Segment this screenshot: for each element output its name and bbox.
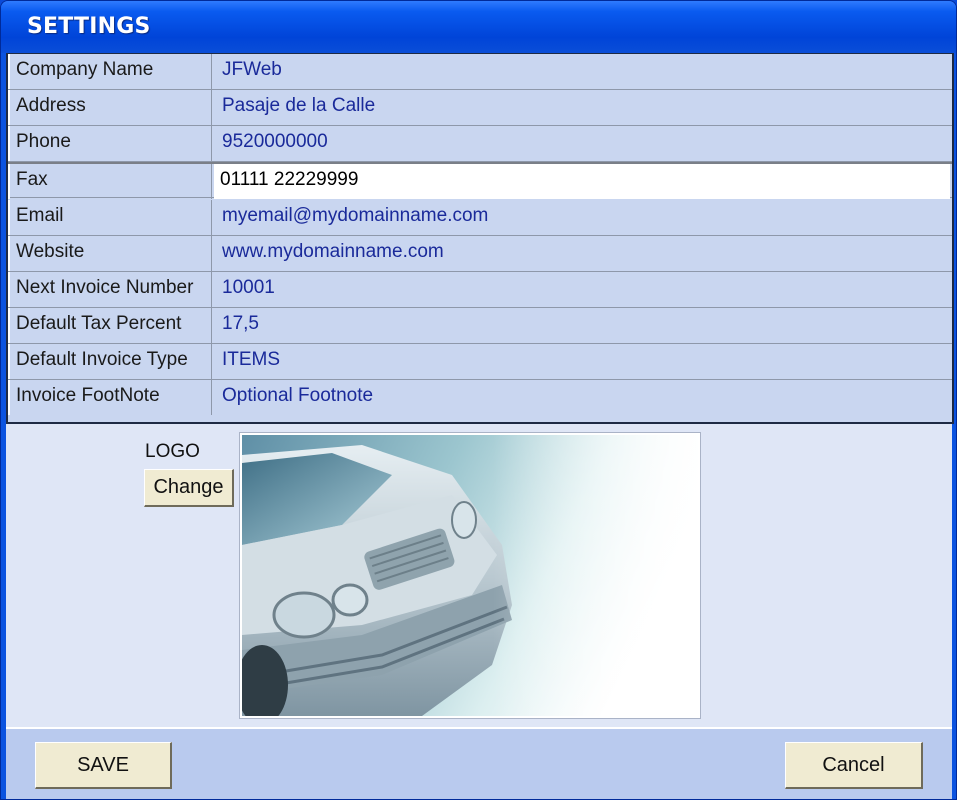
grid-row-next-invoice-number[interactable]: Next Invoice Number 10001 — [8, 272, 952, 308]
title-bar[interactable]: SETTINGS — [1, 1, 956, 53]
grid-row-invoice-footnote[interactable]: Invoice FootNote Optional Footnote — [8, 380, 952, 416]
save-button[interactable]: SAVE — [35, 742, 172, 789]
grid-row-company-name[interactable]: Company Name JFWeb — [8, 54, 952, 90]
window-title: SETTINGS — [27, 14, 151, 39]
footer-bar: SAVE Cancel — [6, 727, 952, 799]
logo-label: LOGO — [145, 441, 200, 462]
field-label: Phone — [8, 126, 212, 161]
field-label: Default Invoice Type — [8, 344, 212, 379]
default-tax-percent-field[interactable]: 17,5 — [216, 308, 950, 343]
field-label: Email — [8, 200, 212, 235]
email-field[interactable]: myemail@mydomainname.com — [216, 200, 950, 235]
field-label: Company Name — [8, 54, 212, 89]
field-label: Address — [8, 90, 212, 125]
field-label: Fax — [8, 164, 212, 199]
invoice-footnote-field[interactable]: Optional Footnote — [216, 380, 950, 415]
grid-row-email[interactable]: Email myemail@mydomainname.com — [8, 200, 952, 236]
grid-row-fax[interactable]: Fax 01111 22229999 — [8, 162, 952, 199]
grid-row-default-tax-percent[interactable]: Default Tax Percent 17,5 — [8, 308, 952, 344]
grid-row-address[interactable]: Address Pasaje de la Calle — [8, 90, 952, 126]
cancel-button[interactable]: Cancel — [785, 742, 923, 789]
settings-window: SETTINGS Company Name JFWeb Address Pasa… — [0, 0, 957, 800]
field-label: Invoice FootNote — [8, 380, 212, 415]
settings-panel: Company Name JFWeb Address Pasaje de la … — [6, 53, 954, 799]
field-label: Default Tax Percent — [8, 308, 212, 343]
logo-image — [239, 432, 701, 719]
website-field[interactable]: www.mydomainname.com — [216, 236, 950, 271]
grid-row-website[interactable]: Website www.mydomainname.com — [8, 236, 952, 272]
next-invoice-number-field[interactable]: 10001 — [216, 272, 950, 307]
fax-field[interactable]: 01111 22229999 — [214, 164, 950, 199]
default-invoice-type-field[interactable]: ITEMS — [216, 344, 950, 379]
grid-row-phone[interactable]: Phone 9520000000 — [8, 126, 952, 162]
company-name-field[interactable]: JFWeb — [216, 54, 950, 89]
change-logo-button[interactable]: Change — [144, 469, 234, 507]
car-image — [242, 435, 698, 716]
grid-row-default-invoice-type[interactable]: Default Invoice Type ITEMS — [8, 344, 952, 380]
field-label: Website — [8, 236, 212, 271]
settings-grid: Company Name JFWeb Address Pasaje de la … — [6, 53, 954, 424]
field-label: Next Invoice Number — [8, 272, 212, 307]
address-field[interactable]: Pasaje de la Calle — [216, 90, 950, 125]
phone-field[interactable]: 9520000000 — [216, 126, 950, 161]
